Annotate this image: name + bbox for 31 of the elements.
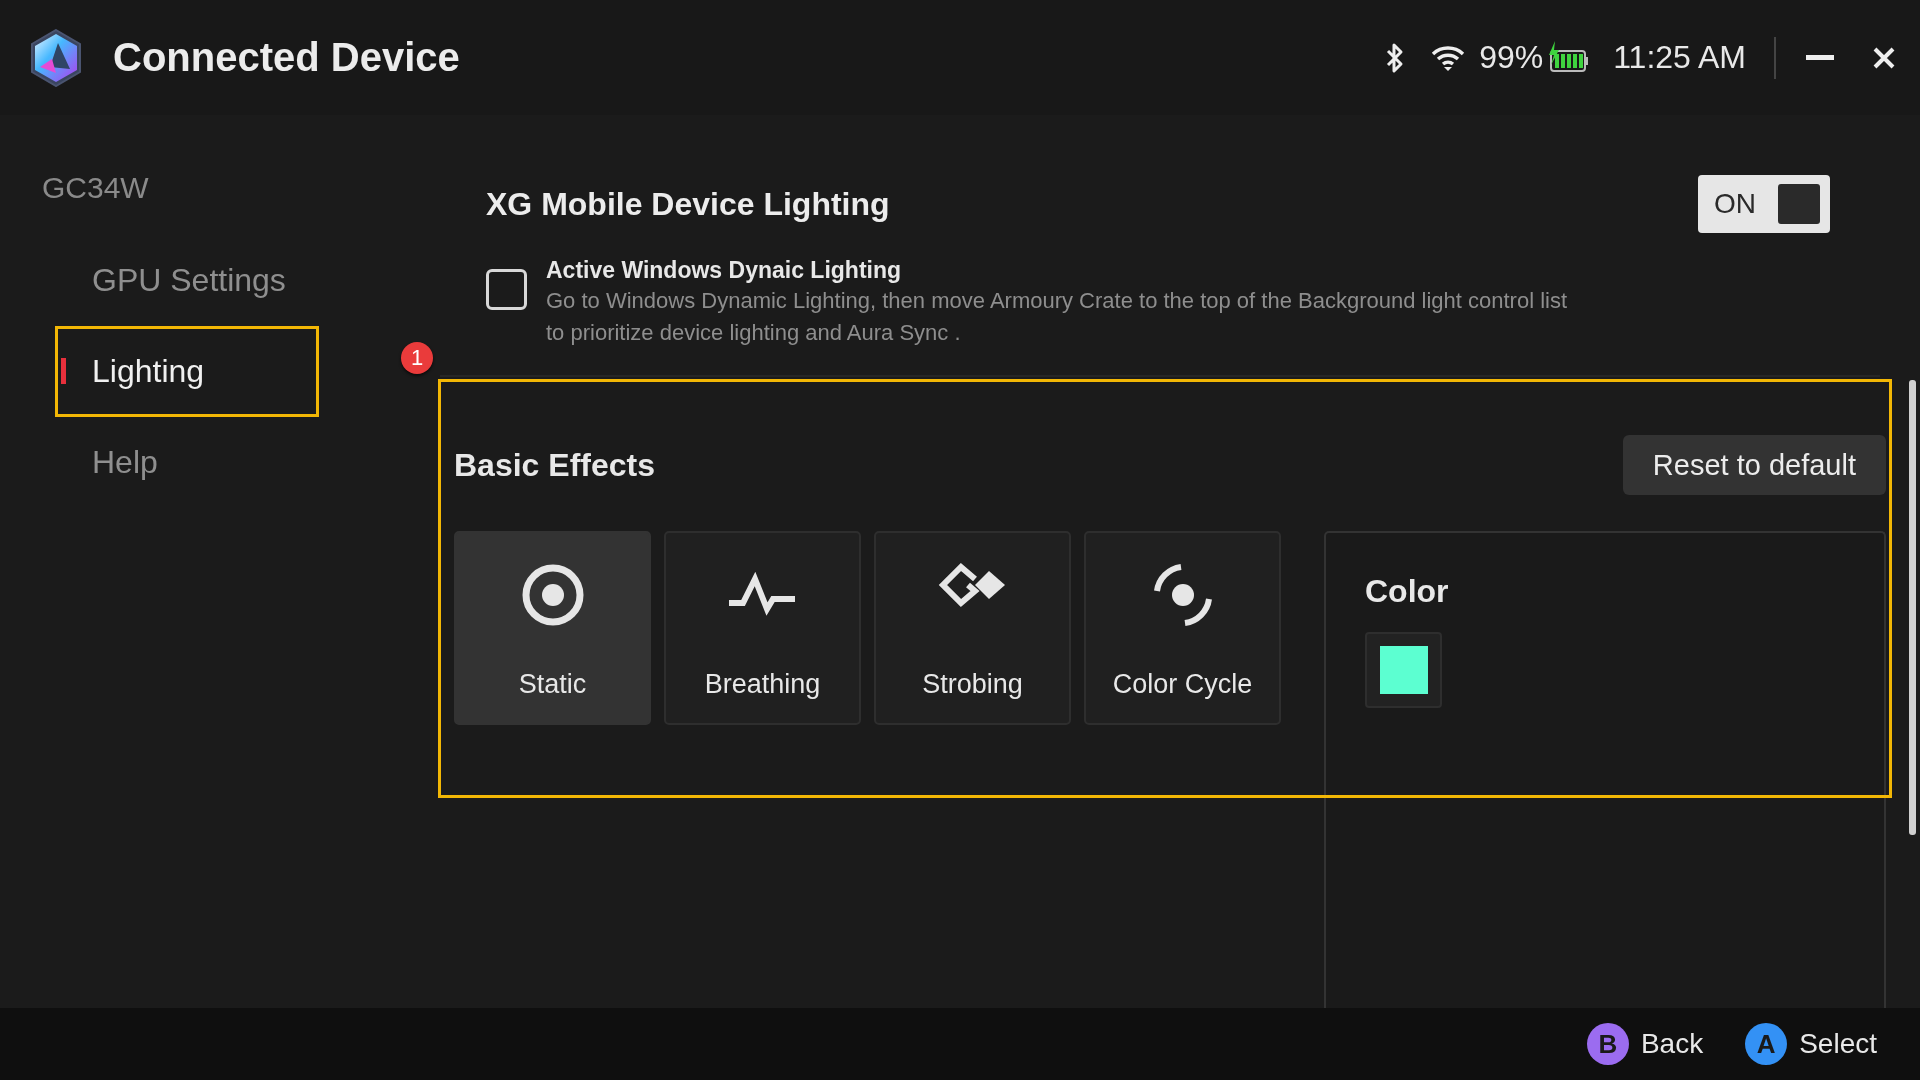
annotation-badge: 1: [401, 342, 433, 374]
checkbox[interactable]: [486, 269, 527, 310]
option-description: Go to Windows Dynamic Lighting, then move Armoury Crate to the top of the Background light control list to prioritize device lighting and Aura Sync .: [546, 287, 1569, 347]
effect-tile[interactable]: Static: [454, 531, 651, 725]
app-logo: [30, 28, 82, 87]
battery-percent: 99%: [1479, 39, 1544, 76]
close-icon[interactable]: [1872, 45, 1896, 70]
lighting-toggle[interactable]: ON: [1698, 175, 1830, 233]
controller-button-icon: A: [1745, 1023, 1788, 1065]
effect-tile[interactable]: Color Cycle: [1084, 531, 1281, 725]
effect-tile[interactable]: Strobing: [874, 531, 1071, 725]
reset-button[interactable]: Reset to default: [1622, 435, 1886, 495]
option-title: Active Windows Dynaic Lighting: [546, 256, 903, 285]
sidebar-item[interactable]: Lighting: [55, 326, 319, 417]
hint-label: Back: [1640, 1028, 1704, 1060]
scrollbar[interactable]: [1909, 380, 1916, 835]
sidebar-item[interactable]: Help: [55, 417, 319, 508]
clock-time: 11:25 AM: [1613, 39, 1746, 76]
panel-title: Color: [1365, 573, 1450, 610]
minimize-icon[interactable]: [1806, 53, 1834, 62]
selection-indicator: [61, 358, 66, 384]
section-title: Basic Effects: [454, 446, 655, 484]
sidebar-item[interactable]: GPU Settings: [55, 235, 319, 326]
wifi-icon: [1431, 43, 1466, 72]
hint-label: Select: [1799, 1028, 1877, 1060]
section-title: XG Mobile Device Lighting: [486, 185, 890, 223]
window-title: Connected Device: [113, 35, 460, 80]
color-swatch-button[interactable]: [1365, 632, 1442, 708]
effect-tile[interactable]: Breathing: [664, 531, 861, 725]
controller-button-icon: B: [1586, 1023, 1629, 1065]
device-name: GC34W: [42, 170, 150, 206]
